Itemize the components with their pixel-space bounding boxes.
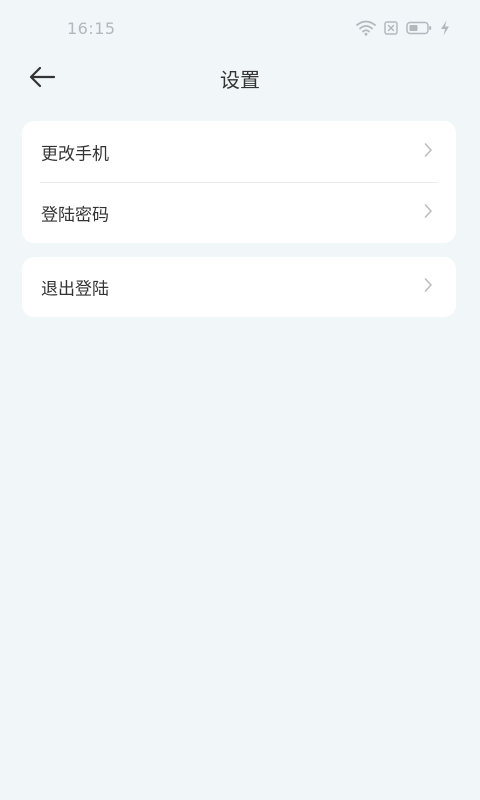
status-time: 16:15: [67, 19, 116, 38]
chevron-right-icon: [423, 277, 433, 297]
settings-group-session: 退出登陆: [22, 257, 456, 317]
charging-bolt-icon: [440, 20, 450, 36]
chevron-right-icon: [423, 203, 433, 223]
page-title: 设置: [220, 68, 260, 92]
logout-row[interactable]: 退出登陆: [22, 257, 456, 317]
wifi-icon: [356, 20, 376, 36]
nav-bar: 设置: [0, 58, 480, 98]
change-phone-row[interactable]: 更改手机: [22, 121, 456, 182]
status-bar: 16:15: [0, 0, 480, 58]
logout-label: 退出登陆: [41, 279, 109, 300]
login-password-label: 登陆密码: [41, 205, 109, 225]
change-phone-label: 更改手机: [41, 144, 109, 164]
sim-error-icon: [384, 21, 398, 35]
settings-group-account: 更改手机 登陆密码: [22, 121, 456, 243]
chevron-right-icon: [423, 142, 433, 162]
login-password-row[interactable]: 登陆密码: [22, 182, 456, 243]
battery-icon: [406, 21, 432, 35]
status-icons: [356, 20, 450, 36]
